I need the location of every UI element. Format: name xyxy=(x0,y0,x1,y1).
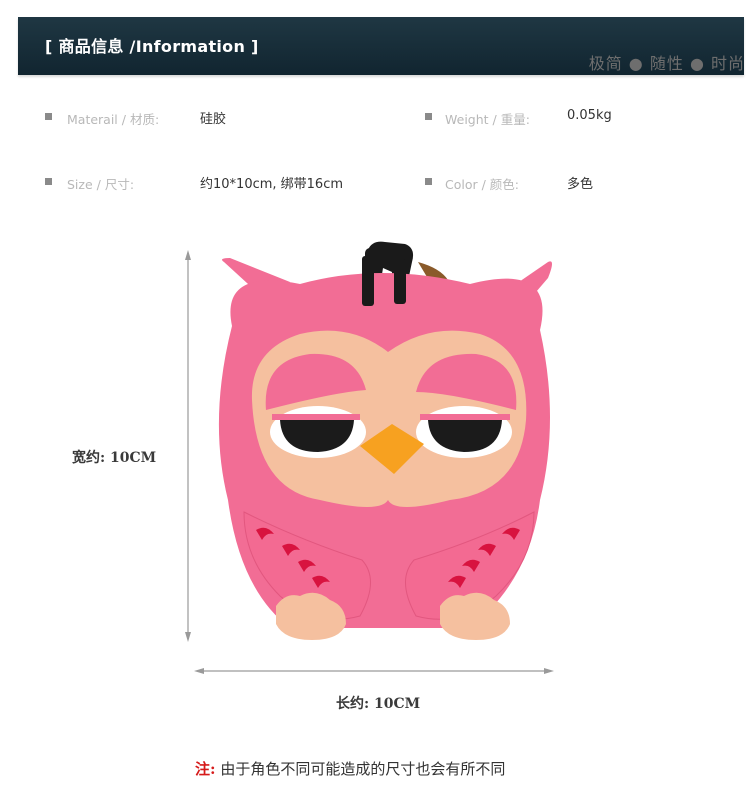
width-arrow xyxy=(194,668,554,674)
owl-tag xyxy=(218,241,552,640)
width-dimension-label: 宽约: 10CM xyxy=(72,450,157,466)
note-text: 由于角色不同可能造成的尺寸也会有所不同 xyxy=(220,760,506,778)
product-illustration xyxy=(185,241,554,674)
note-prefix: 注: xyxy=(195,760,216,778)
length-dimension-label: 长约: 10CM xyxy=(336,696,421,712)
height-arrow xyxy=(185,250,191,642)
size-note: 注: 由于角色不同可能造成的尺寸也会有所不同 xyxy=(195,758,505,779)
